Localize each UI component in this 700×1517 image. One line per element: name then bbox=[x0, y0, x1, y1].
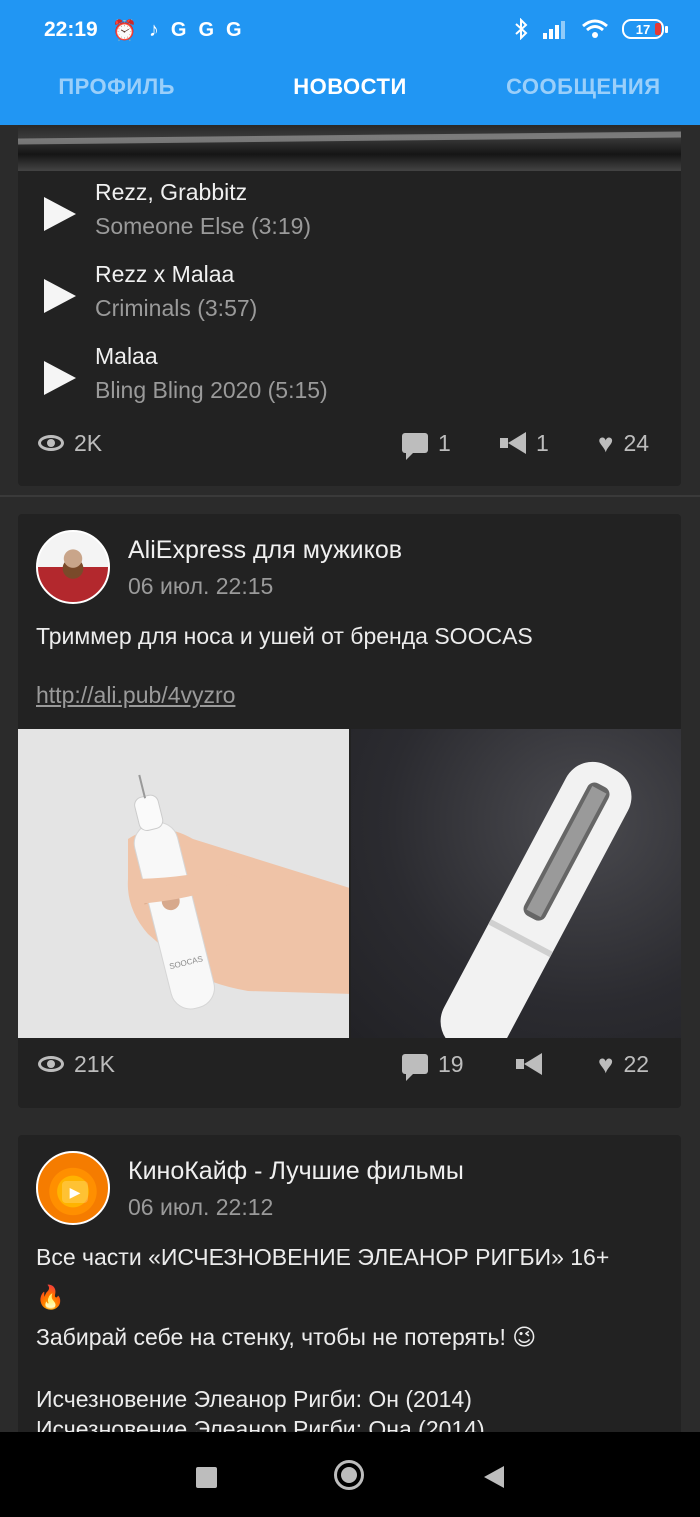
post-card: Rezz, Grabbitz Someone Else (3:19) Rezz … bbox=[18, 125, 681, 486]
like-button[interactable]: ♥ 22 bbox=[598, 1044, 649, 1084]
track-title: Criminals (3:57) bbox=[95, 295, 258, 321]
tab-profile[interactable]: ПРОФИЛЬ bbox=[0, 48, 233, 125]
wifi-icon bbox=[582, 19, 608, 38]
post-text-line: Все части «ИСЧЕЗНОВЕНИЕ ЭЛЕАНОР РИГБИ» 1… bbox=[36, 1244, 610, 1270]
battery-icon: 17 bbox=[622, 19, 668, 39]
megaphone-icon bbox=[500, 432, 526, 454]
post-photo[interactable]: SOOCAS bbox=[18, 729, 349, 1038]
google-icon: G bbox=[170, 19, 187, 41]
feed-divider bbox=[0, 495, 700, 497]
eye-icon bbox=[38, 1056, 64, 1072]
like-button[interactable]: ♥ 24 bbox=[598, 423, 649, 463]
tab-bar: ПРОФИЛЬ НОВОСТИ СООБЩЕНИЯ bbox=[0, 48, 700, 125]
audio-track[interactable]: Rezz, Grabbitz Someone Else (3:19) bbox=[18, 179, 681, 259]
home-button[interactable] bbox=[334, 1460, 364, 1490]
fire-emoji: 🔥 bbox=[36, 1284, 65, 1310]
play-icon[interactable] bbox=[44, 197, 76, 231]
notification-icons: ⏰ ♪ G G G bbox=[112, 18, 242, 43]
post-date: 06 июл. 22:15 bbox=[128, 573, 274, 599]
heart-icon: ♥ bbox=[598, 428, 614, 458]
audio-track[interactable]: Rezz x Malaa Criminals (3:57) bbox=[18, 261, 681, 341]
post-stats: 2K 1 1 ♥ 24 bbox=[18, 423, 681, 463]
post-date: 06 июл. 22:12 bbox=[128, 1194, 274, 1220]
trimmer-hand-image: SOOCAS bbox=[127, 774, 349, 1010]
post-image[interactable] bbox=[18, 125, 681, 171]
music-icon: ♪ bbox=[148, 19, 159, 41]
avatar[interactable]: ▶ bbox=[36, 1151, 110, 1225]
track-artist: Rezz, Grabbitz bbox=[95, 179, 248, 205]
comments-button[interactable]: 1 bbox=[402, 423, 451, 463]
views-count: 21K bbox=[38, 1044, 115, 1084]
play-icon: ▶ bbox=[62, 1181, 88, 1203]
tab-news[interactable]: НОВОСТИ bbox=[233, 48, 466, 125]
comment-icon bbox=[402, 433, 428, 460]
post-text: Триммер для носа и ушей от бренда SOOCAS bbox=[36, 623, 533, 649]
news-feed[interactable]: Rezz, Grabbitz Someone Else (3:19) Rezz … bbox=[0, 125, 700, 1432]
track-title: Bling Bling 2020 (5:15) bbox=[95, 377, 328, 403]
system-icons: 17 bbox=[514, 18, 668, 40]
audio-track[interactable]: Malaa Bling Bling 2020 (5:15) bbox=[18, 343, 681, 423]
status-time: 22:19 bbox=[44, 18, 98, 41]
repost-button[interactable] bbox=[516, 1044, 552, 1084]
status-bar: 22:19 ⏰ ♪ G G G 17 bbox=[0, 0, 700, 48]
signal-icon bbox=[543, 21, 565, 39]
google-icon: G bbox=[226, 19, 242, 41]
repost-button[interactable]: 1 bbox=[500, 423, 549, 463]
google-icon: G bbox=[198, 19, 215, 41]
eye-icon bbox=[38, 435, 64, 451]
play-icon[interactable] bbox=[44, 279, 76, 313]
system-nav-bar bbox=[0, 1432, 700, 1517]
post-photo[interactable] bbox=[351, 729, 681, 1038]
tab-messages[interactable]: СООБЩЕНИЯ bbox=[467, 48, 700, 125]
post-link[interactable]: http://ali.pub/4vyzro bbox=[36, 682, 235, 709]
recents-button[interactable] bbox=[196, 1467, 217, 1488]
post-card: ▶ КиноКайф - Лучшие фильмы 06 июл. 22:12… bbox=[18, 1135, 681, 1432]
post-text-line: Забирай себе на стенку, чтобы не потерят… bbox=[36, 1324, 537, 1350]
comments-button[interactable]: 19 bbox=[402, 1044, 464, 1084]
back-button[interactable] bbox=[484, 1466, 504, 1488]
post-card: AliExpress для мужиков 06 июл. 22:15 Три… bbox=[18, 514, 681, 1108]
bluetooth-icon bbox=[515, 18, 528, 40]
post-stats: 21K 19 ♥ 22 bbox=[18, 1044, 681, 1084]
alarm-icon: ⏰ bbox=[112, 20, 137, 42]
post-author[interactable]: AliExpress для мужиков bbox=[128, 536, 402, 565]
megaphone-icon bbox=[516, 1053, 542, 1075]
views-count: 2K bbox=[38, 423, 102, 463]
post-text-line: Исчезновение Элеанор Ригби: Она (2014) bbox=[36, 1416, 485, 1432]
heart-icon: ♥ bbox=[598, 1049, 614, 1079]
battery-level: 17 bbox=[635, 21, 651, 37]
post-author[interactable]: КиноКайф - Лучшие фильмы bbox=[128, 1157, 464, 1186]
trimmer-closeup-image bbox=[440, 761, 632, 1038]
track-title: Someone Else (3:19) bbox=[95, 213, 312, 239]
play-icon[interactable] bbox=[44, 361, 76, 395]
avatar[interactable] bbox=[36, 530, 110, 604]
track-artist: Rezz x Malaa bbox=[95, 261, 235, 287]
track-artist: Malaa bbox=[95, 343, 158, 369]
comment-icon bbox=[402, 1054, 428, 1081]
